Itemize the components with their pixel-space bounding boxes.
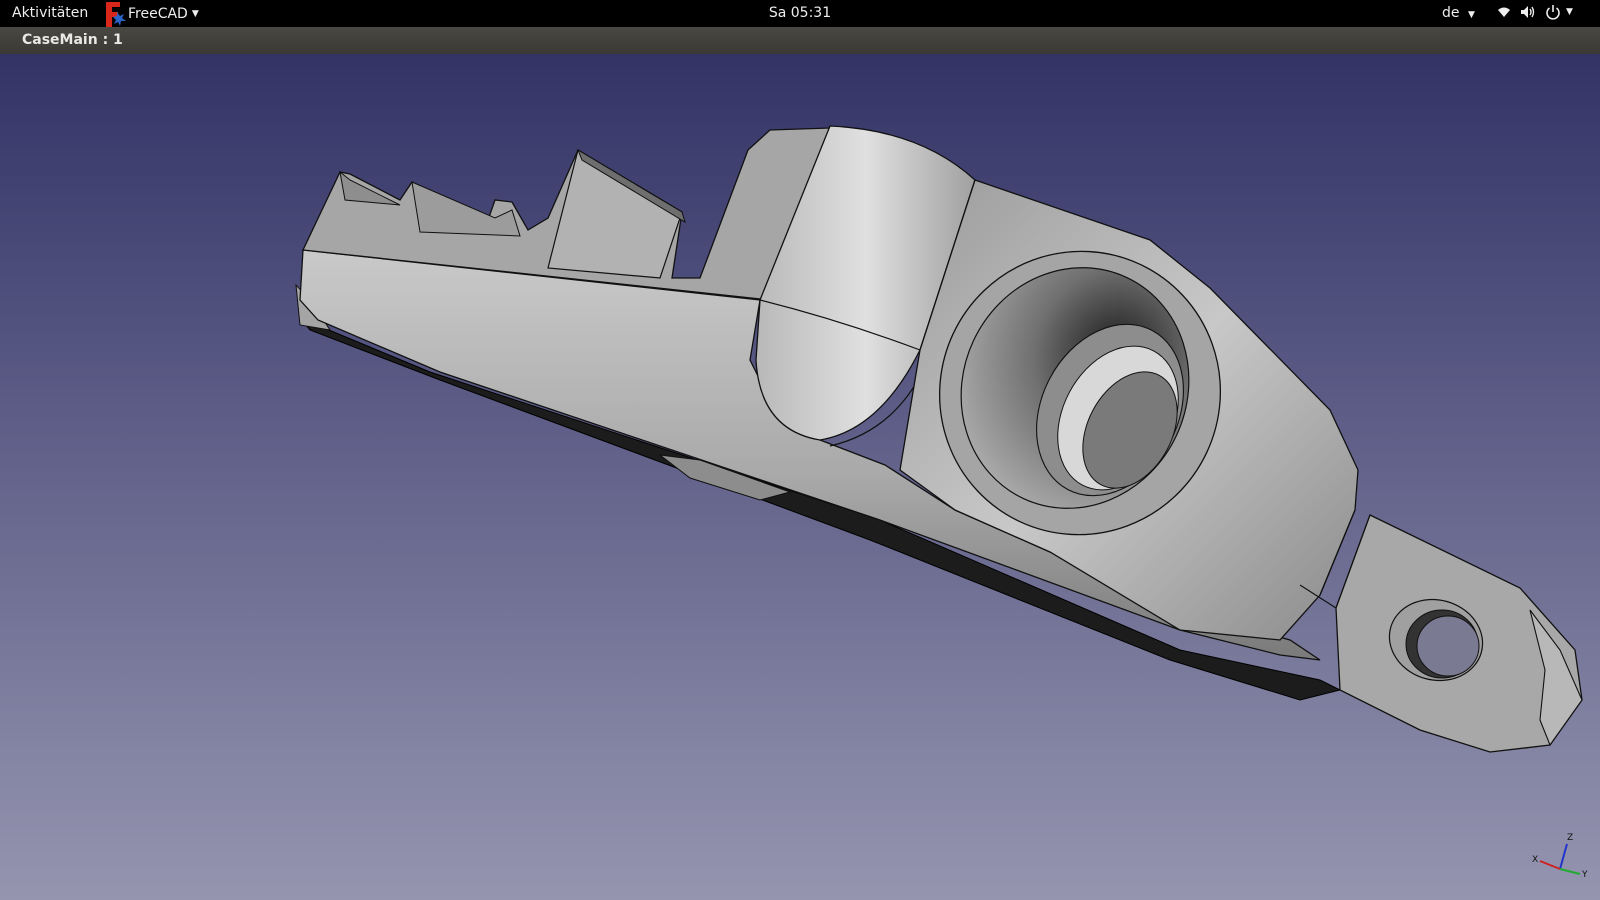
clock: Sa 05:31 (0, 5, 1600, 21)
x-axis-line (1539, 860, 1561, 870)
chevron-down-icon: ▼ (1566, 7, 1573, 17)
axis-indicator: Z X Y (1532, 833, 1588, 879)
language-switcher[interactable]: de ▼ (1442, 5, 1475, 21)
z-axis-label: Z (1567, 833, 1573, 843)
chevron-down-icon: ▼ (191, 8, 199, 19)
activities-button[interactable]: Aktivitäten (12, 5, 88, 21)
system-status-menu[interactable]: ▼ (1497, 4, 1573, 20)
x-axis-label: X (1532, 855, 1538, 865)
clock-label[interactable]: Sa 05:31 (769, 5, 831, 21)
power-icon (1545, 4, 1561, 20)
z-axis-line (1559, 843, 1568, 870)
system-top-bar: Aktivitäten FreeCAD ▼ Sa 05:31 de ▼ ▼ (0, 0, 1600, 27)
freecad-logo-icon (104, 1, 126, 27)
app-menu-button[interactable]: FreeCAD ▼ (104, 0, 199, 27)
y-axis-line (1559, 868, 1581, 875)
window-title: CaseMain : 1 (22, 32, 123, 48)
y-axis-label: Y (1581, 870, 1588, 879)
3d-model-casemain[interactable] (0, 54, 1600, 900)
chevron-down-icon: ▼ (1467, 10, 1475, 20)
wifi-icon (1497, 5, 1511, 19)
window-title-bar[interactable]: CaseMain : 1 (0, 27, 1600, 54)
volume-icon (1520, 5, 1536, 19)
app-menu-label: FreeCAD (128, 5, 188, 22)
language-label: de (1442, 5, 1460, 21)
3d-viewport[interactable]: Z X Y (0, 54, 1600, 900)
